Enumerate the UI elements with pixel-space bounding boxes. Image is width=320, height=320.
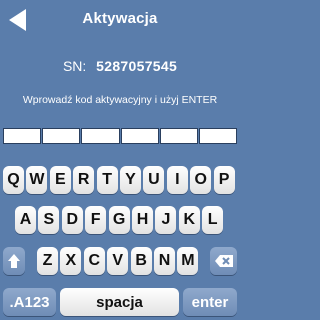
key-x[interactable]: X [60,247,82,275]
key-d[interactable]: D [61,206,83,234]
instruction-text: Wprowadź kod aktywacyjny i użyj ENTER [22,94,218,106]
shift-up-arrow-icon [8,254,20,268]
key-w[interactable]: W [26,166,48,194]
code-field-1[interactable] [3,128,42,144]
key-j[interactable]: J [155,206,177,234]
key-o[interactable]: O [190,166,212,194]
mode-switch-key[interactable]: .A123 [3,288,56,316]
key-c[interactable]: C [83,247,105,275]
serial-value: 5287057545 [96,58,178,74]
key-i[interactable]: I [166,166,188,194]
space-key[interactable]: spacja [60,288,179,316]
activation-code-fields [3,128,238,146]
key-t[interactable]: T [96,166,118,194]
code-field-3[interactable] [81,128,120,144]
key-s[interactable]: S [38,206,60,234]
backspace-icon [214,255,233,267]
code-field-5[interactable] [159,128,198,144]
code-field-4[interactable] [120,128,159,144]
enter-key[interactable]: enter [183,288,237,316]
key-l[interactable]: L [202,206,224,234]
key-y[interactable]: Y [120,166,141,194]
key-f[interactable]: F [85,206,107,234]
key-h[interactable]: H [132,206,153,234]
serial-label: SN: [62,58,87,74]
key-k[interactable]: K [178,206,200,234]
key-b[interactable]: B [130,247,152,275]
code-field-6[interactable] [198,128,238,144]
key-g[interactable]: G [108,206,130,234]
key-p[interactable]: P [213,166,235,194]
shift-key[interactable] [3,247,25,275]
page-title: Aktywacja [82,10,158,27]
key-a[interactable]: A [15,206,36,234]
serial-number: SN: 5287057545 [0,58,240,74]
code-field-2[interactable] [42,128,81,144]
key-r[interactable]: R [73,166,95,194]
key-e[interactable]: E [49,166,71,194]
key-m[interactable]: M [177,247,199,275]
title-bar: Aktywacja [0,0,240,40]
key-v[interactable]: V [107,247,129,275]
backspace-key[interactable] [210,247,237,275]
key-u[interactable]: U [143,166,165,194]
key-n[interactable]: N [154,247,175,275]
key-q[interactable]: Q [3,166,24,194]
key-z[interactable]: Z [37,247,58,275]
